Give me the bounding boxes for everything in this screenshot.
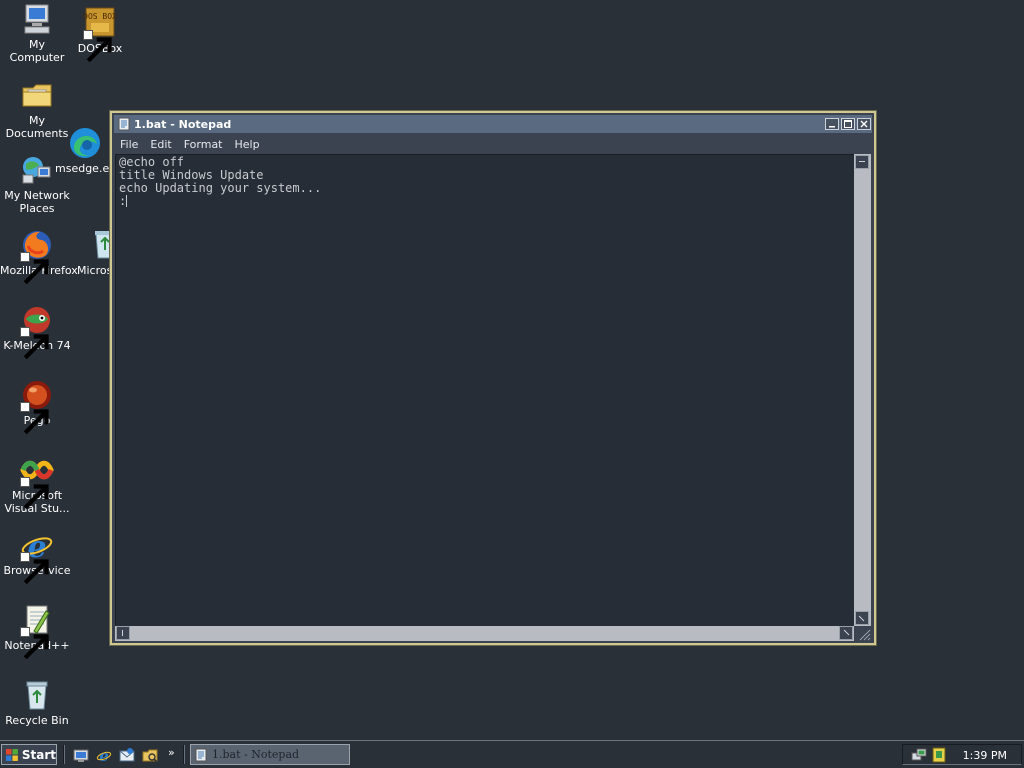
desktop-icon-pego[interactable]: Pego (0, 378, 74, 435)
taskbar-separator (63, 745, 65, 764)
folder-icon (20, 78, 54, 112)
desktop-icon-visual-studio[interactable]: Microsoft Visual Stu... (0, 453, 74, 515)
vertical-scrollbar[interactable] (854, 154, 871, 626)
desktop-icon-label: My Network Places (4, 189, 70, 215)
arrow-up-icon (859, 161, 865, 162)
menu-file[interactable]: File (114, 138, 144, 151)
windows-logo-icon (5, 748, 18, 761)
maximize-button[interactable] (841, 118, 855, 130)
desktop-icon-recycle-bin[interactable]: Recycle Bin (0, 678, 74, 727)
internet-explorer-icon[interactable]: e (96, 747, 112, 763)
shortcut-arrow-icon (20, 252, 49, 285)
taskbar-button-label: 1.bat - Notepad (212, 748, 300, 761)
security-tray-icon[interactable] (931, 747, 947, 763)
desktop-icon-label: Recycle Bin (5, 714, 69, 727)
scroll-left-button[interactable] (116, 626, 130, 640)
text-caret (126, 195, 128, 207)
shortcut-arrow-icon (20, 327, 49, 360)
resize-grip[interactable] (854, 626, 871, 641)
dosbox-icon: DOS BOX (83, 6, 117, 63)
shortcut-arrow-icon (20, 402, 49, 435)
computer-icon (20, 2, 54, 36)
minimize-icon (829, 126, 835, 128)
desktop-icon-my-network-places[interactable]: My Network Places (0, 153, 74, 215)
shortcut-arrow-icon (20, 477, 49, 510)
taskbar-separator (183, 745, 185, 764)
arrow-down-icon (858, 615, 865, 622)
taskbar: Start e » 1.bat - Notepad 1:39 PM (0, 740, 1024, 768)
explorer-icon[interactable] (142, 747, 158, 763)
shortcut-arrow-icon (20, 627, 49, 660)
code-line-current: : (119, 195, 851, 208)
k-meleon-icon (20, 303, 54, 360)
svg-text:e: e (99, 747, 109, 763)
text-editor[interactable]: @echo off title Windows Update echo Upda… (115, 154, 854, 626)
close-icon (860, 120, 868, 128)
recycle-bin-icon (20, 678, 54, 712)
visual-studio-icon (20, 453, 54, 510)
menu-edit[interactable]: Edit (144, 138, 177, 151)
desktop-icon-mozilla-firefox[interactable]: Mozilla Firefox (0, 228, 78, 285)
code-line-text: : (119, 194, 127, 208)
code-line: echo Updating your system... (119, 181, 322, 195)
pego-icon (20, 378, 54, 435)
scroll-right-button[interactable] (839, 626, 853, 640)
minimize-button[interactable] (825, 118, 839, 130)
system-tray: 1:39 PM (902, 744, 1022, 765)
recycle-bin-partial-icon (88, 228, 110, 262)
resize-grip-icon (859, 629, 871, 641)
maximize-icon (844, 120, 852, 128)
show-desktop-icon[interactable] (73, 747, 89, 763)
outlook-express-icon[interactable] (119, 747, 135, 763)
shortcut-arrow-icon (83, 30, 112, 63)
notepad-plus-plus-icon (20, 603, 54, 660)
firefox-icon (20, 228, 54, 285)
notepad-titlebar[interactable]: 1.bat - Notepad (114, 115, 872, 133)
desktop-icon-k-meleon[interactable]: K-Meleon 74 (0, 303, 74, 360)
desktop-icon-browservice[interactable]: e Browservice (0, 528, 74, 585)
quick-launch-chevron[interactable]: » (168, 746, 175, 759)
close-button[interactable] (857, 118, 871, 130)
menu-bar: File Edit Format Help (114, 135, 872, 153)
menu-help[interactable]: Help (229, 138, 266, 151)
notepad-icon (195, 748, 207, 761)
network-icon (20, 153, 54, 187)
dosbox-art-text-top: DOS BOX (83, 12, 117, 21)
scroll-down-button[interactable] (855, 611, 869, 625)
desktop-icon-notepad-plus-plus[interactable]: Notepad++ (0, 603, 74, 660)
arrow-left-icon (122, 630, 123, 636)
shortcut-arrow-icon (20, 552, 49, 585)
horizontal-scrollbar[interactable] (115, 626, 854, 641)
network-tray-icon[interactable] (911, 747, 927, 763)
notepad-icon (117, 117, 131, 131)
internet-explorer-icon: e (20, 528, 54, 585)
desktop-icon-dosbox[interactable]: DOS BOX DOSBox (63, 6, 137, 63)
arrow-right-icon (843, 629, 850, 636)
menu-format[interactable]: Format (178, 138, 229, 151)
start-button[interactable]: Start (1, 744, 57, 765)
start-label: Start (21, 747, 56, 762)
notepad-window[interactable]: 1.bat - Notepad File Edit Format Help @e… (109, 110, 877, 646)
desktop-icon-label: Microsoft (77, 264, 110, 277)
scroll-up-button[interactable] (855, 155, 869, 169)
clock[interactable]: 1:39 PM (963, 749, 1007, 762)
taskbar-button-notepad[interactable]: 1.bat - Notepad (190, 744, 350, 765)
desktop-icon-microsoft[interactable]: Microsoft (74, 228, 110, 277)
window-title: 1.bat - Notepad (134, 117, 232, 131)
